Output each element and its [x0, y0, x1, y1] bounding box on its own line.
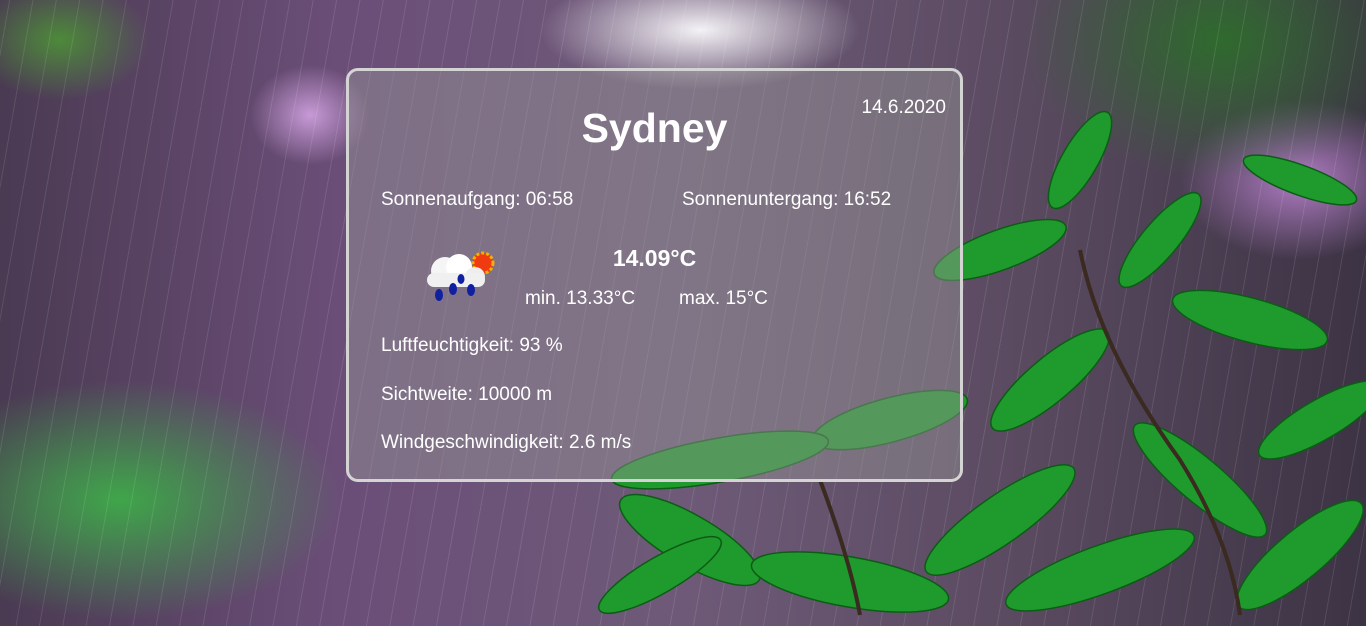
max-temperature: max. 15°C	[679, 288, 768, 309]
visibility: Sichtweite: 10000 m	[381, 384, 553, 405]
weather-card: Sydney 14.6.2020 Sonnenaufgang: 06:58 So…	[346, 68, 963, 482]
sunset: Sonnenuntergang: 16:52	[682, 189, 892, 210]
sunrise: Sonnenaufgang: 06:58	[381, 189, 574, 210]
humidity: Luftfeuchtigkeit: 93 %	[381, 335, 563, 356]
wind-speed: Windgeschwindigkeit: 2.6 m/s	[381, 432, 632, 453]
date: 14.6.2020	[861, 97, 946, 118]
min-temperature: min. 13.33°C	[525, 288, 636, 309]
current-temperature: 14.09°C	[612, 245, 697, 271]
